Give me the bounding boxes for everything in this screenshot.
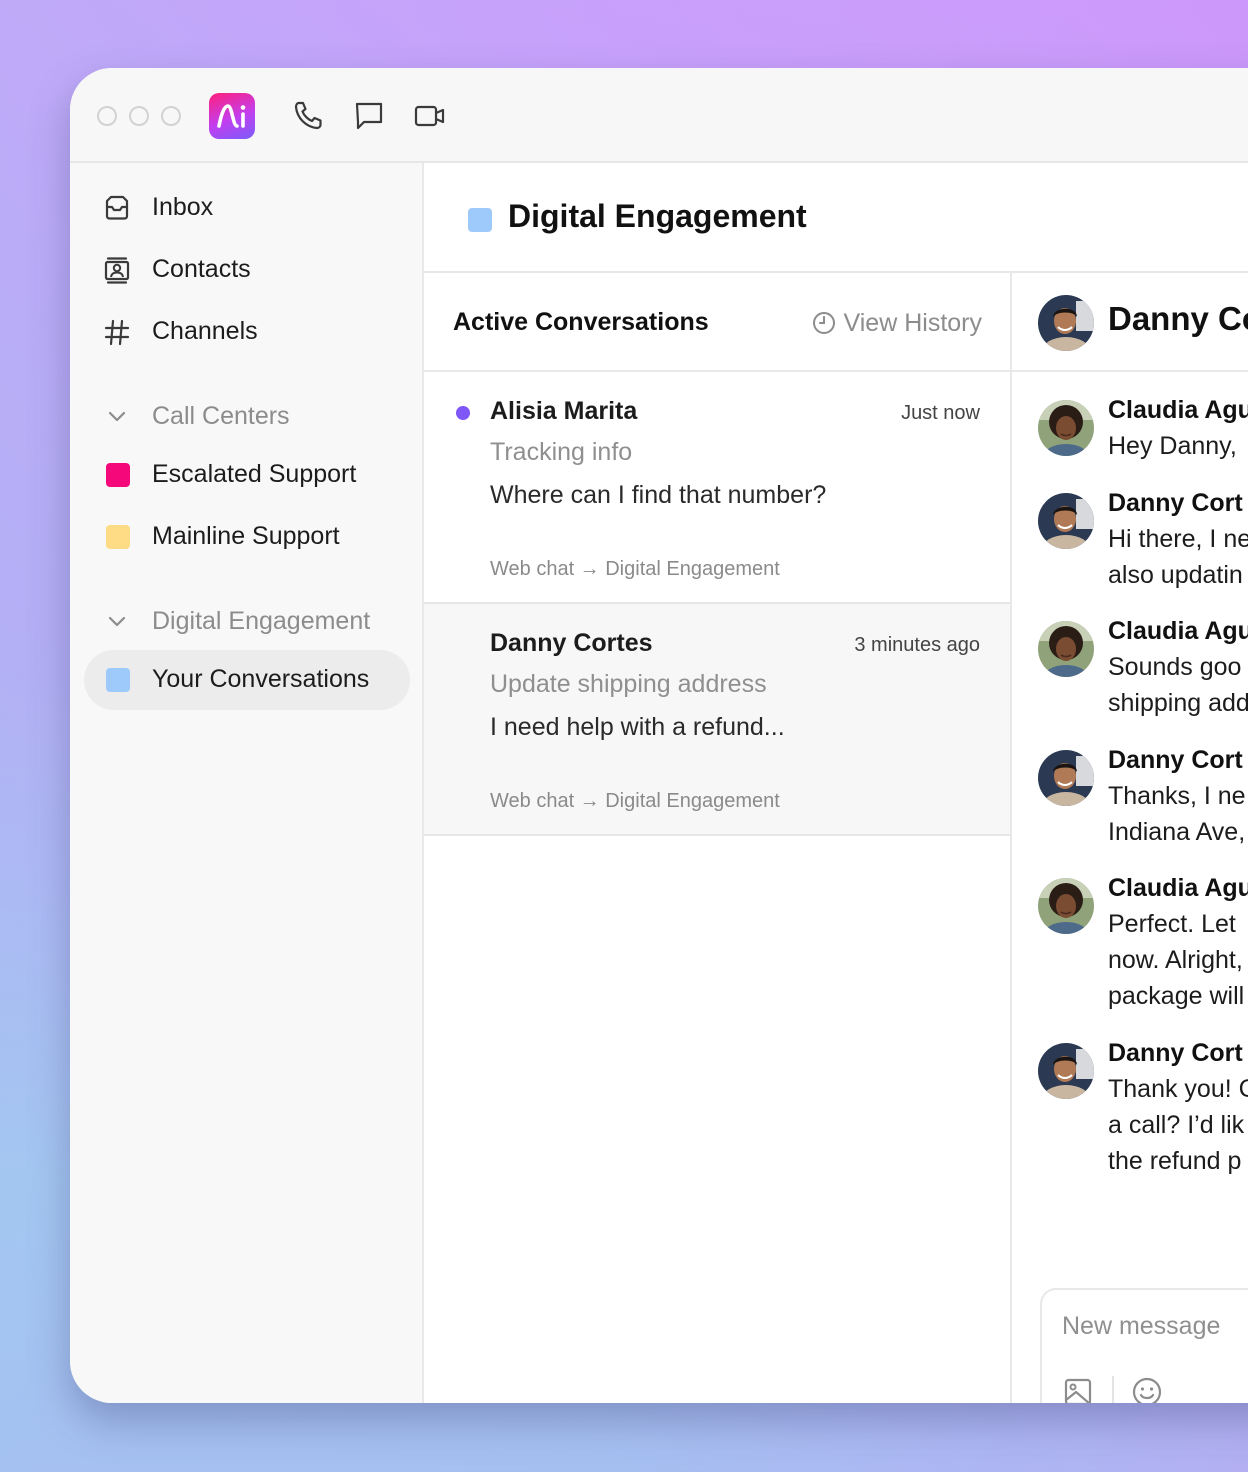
- message-text: also updatin: [1108, 561, 1243, 589]
- avatar[interactable]: [1038, 493, 1094, 549]
- message-author: Claudia Agu: [1108, 396, 1248, 424]
- message-author: Danny Cort: [1108, 1039, 1243, 1067]
- app-logo: [209, 93, 255, 139]
- message-text: the refund p: [1108, 1147, 1242, 1175]
- emoji-icon[interactable]: [1131, 1376, 1163, 1403]
- message-preview: I need help with a refund...: [490, 713, 785, 741]
- contacts-icon: [104, 257, 130, 284]
- window-minimize-button[interactable]: [129, 106, 149, 126]
- section-toggle-digital-engagement[interactable]: Digital Engagement: [84, 597, 410, 647]
- sidebar-item-inbox[interactable]: Inbox: [84, 178, 410, 238]
- window-close-button[interactable]: [97, 106, 117, 126]
- avatar[interactable]: [1038, 400, 1094, 456]
- avatar-danny: [1038, 295, 1094, 351]
- color-swatch: [468, 208, 492, 232]
- view-history-button[interactable]: View History: [812, 307, 982, 339]
- sidebar-item-label: Mainline Support: [152, 522, 340, 550]
- timestamp: Just now: [901, 402, 980, 424]
- conversation-item[interactable]: Alisia Marita Just now Tracking info Whe…: [424, 372, 1010, 604]
- chat-contact-name: Danny Co: [1108, 300, 1248, 337]
- message-text: Thank you! C: [1108, 1075, 1248, 1103]
- conversation-subject: Tracking info: [490, 438, 633, 466]
- message-composer: [1040, 1288, 1248, 1403]
- avatar[interactable]: [1038, 878, 1094, 934]
- inbox-icon: [105, 195, 129, 220]
- sidebar-item-contacts[interactable]: Contacts: [84, 240, 410, 300]
- sidebar-item-escalated-support[interactable]: Escalated Support: [84, 445, 410, 505]
- chevron-down-icon: [108, 616, 126, 627]
- unread-indicator: [456, 406, 470, 420]
- avatar[interactable]: [1038, 295, 1094, 351]
- message-text: Hey Danny,: [1108, 432, 1237, 460]
- app-logo-glyph: [217, 104, 246, 128]
- chat-panel: Danny Co Claudia Agu Hey Danny, Danny Cort…: [1012, 273, 1248, 1403]
- window-zoom-button[interactable]: [161, 106, 181, 126]
- toolbar-divider: [1112, 1376, 1114, 1403]
- sidebar-item-label: Escalated Support: [152, 460, 357, 488]
- page-header: Digital Engagement: [424, 163, 1248, 273]
- channel-route: Web chat → Digital Engagement: [490, 790, 780, 812]
- message-text: Perfect. Let: [1108, 910, 1236, 938]
- sidebar-item-channels[interactable]: Channels: [84, 302, 410, 362]
- message-author: Danny Cort: [1108, 746, 1243, 774]
- image-attach-icon[interactable]: [1062, 1376, 1094, 1403]
- avatar[interactable]: [1038, 1043, 1094, 1099]
- message-text: a call? I’d lik: [1108, 1111, 1245, 1139]
- view-history-label: View History: [843, 308, 982, 337]
- message-author: Claudia Agu: [1108, 617, 1248, 645]
- app-window: Inbox Contacts Channels Call Centers Esc…: [70, 68, 1248, 1403]
- sidebar: Inbox Contacts Channels Call Centers Esc…: [70, 163, 424, 1403]
- video-camera-icon[interactable]: [413, 99, 447, 133]
- sidebar-item-your-conversations[interactable]: Your Conversations: [84, 650, 410, 710]
- chat-bubble-icon[interactable]: [352, 99, 386, 133]
- message-text: Sounds goo: [1108, 653, 1242, 681]
- sidebar-item-label: Your Conversations: [152, 665, 370, 693]
- message-text: Thanks, I ne: [1108, 782, 1246, 810]
- color-swatch: [106, 668, 130, 692]
- message-text: Hi there, I ne: [1108, 525, 1248, 553]
- message-text: now. Alright,: [1108, 946, 1243, 974]
- sidebar-item-label: Channels: [152, 317, 258, 345]
- sidebar-item-label: Contacts: [152, 255, 251, 283]
- section-label: Call Centers: [152, 402, 290, 430]
- clock-icon: [812, 312, 835, 334]
- color-swatch: [106, 525, 130, 549]
- chat-header: Danny Co: [1012, 273, 1248, 372]
- conversation-item[interactable]: Danny Cortes 3 minutes ago Update shippi…: [424, 604, 1010, 836]
- title-bar: [70, 68, 1248, 163]
- contact-name: Danny Cortes: [490, 629, 653, 657]
- avatar[interactable]: [1038, 750, 1094, 806]
- list-header: Active Conversations View History: [424, 273, 1010, 372]
- message-author: Claudia Agu: [1108, 874, 1248, 902]
- contact-name: Alisia Marita: [490, 397, 638, 425]
- avatar[interactable]: [1038, 621, 1094, 677]
- message-preview: Where can I find that number?: [490, 481, 827, 509]
- message-text: shipping add: [1108, 689, 1248, 717]
- page-title: Digital Engagement: [508, 198, 807, 234]
- new-message-input[interactable]: [1062, 1308, 1248, 1344]
- list-title: Active Conversations: [453, 308, 709, 336]
- message-text: Indiana Ave,: [1108, 818, 1246, 846]
- section-label: Digital Engagement: [152, 607, 371, 635]
- color-swatch: [106, 463, 130, 487]
- message-text: package will: [1108, 982, 1245, 1010]
- conversation-subject: Update shipping address: [490, 670, 767, 698]
- message-author: Danny Cort: [1108, 489, 1243, 517]
- channel-route: Web chat → Digital Engagement: [490, 558, 780, 580]
- sidebar-item-label: Inbox: [152, 193, 214, 221]
- section-toggle-call-centers[interactable]: Call Centers: [84, 392, 410, 442]
- hash-icon: [104, 319, 130, 346]
- phone-icon[interactable]: [291, 99, 325, 133]
- conversation-list: Active Conversations View History Alisia…: [424, 273, 1012, 1403]
- chevron-down-icon: [108, 411, 126, 422]
- sidebar-item-mainline-support[interactable]: Mainline Support: [84, 507, 410, 567]
- timestamp: 3 minutes ago: [854, 634, 980, 656]
